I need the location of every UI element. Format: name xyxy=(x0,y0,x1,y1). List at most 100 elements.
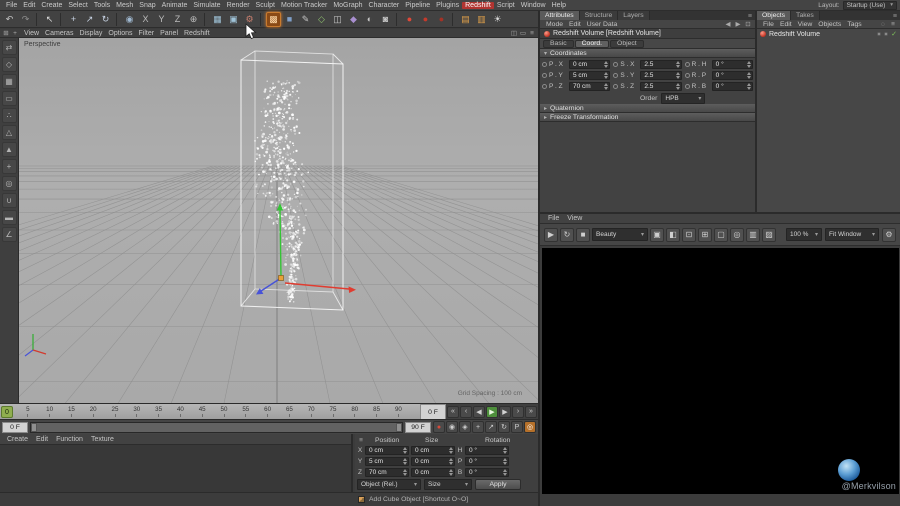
attributes-panel-menu-icon[interactable]: ≡ xyxy=(745,13,755,20)
live-selection-icon[interactable]: ↖ xyxy=(42,12,57,27)
rv-grid-icon[interactable]: ⊞ xyxy=(698,227,712,242)
objects-menu-file[interactable]: File xyxy=(760,21,777,28)
spinner-up-icon[interactable] xyxy=(746,72,751,75)
menu-item-create[interactable]: Create xyxy=(38,2,65,9)
enable-axis-icon[interactable]: + xyxy=(1,159,17,174)
menu-item-help[interactable]: Help xyxy=(549,2,569,9)
spinner-up-icon[interactable] xyxy=(675,61,680,64)
spinner-down-icon[interactable] xyxy=(675,65,680,68)
spinner[interactable] xyxy=(675,72,680,79)
range-grip-right[interactable] xyxy=(396,422,402,432)
spinner[interactable] xyxy=(503,446,507,454)
object-list-item[interactable]: Redshift Volume ✓ xyxy=(757,29,900,39)
redshift-proxy-icon[interactable]: ▤ xyxy=(458,12,473,27)
menu-item-sculpt[interactable]: Sculpt xyxy=(253,2,278,9)
key-scale-icon[interactable]: ↗ xyxy=(485,421,497,433)
size-field[interactable]: 0 cm xyxy=(411,467,455,477)
redshift-light-icon[interactable]: ☀ xyxy=(490,12,505,27)
render-canvas[interactable]: @Merkvilson xyxy=(542,248,899,494)
move-icon[interactable]: + xyxy=(66,12,81,27)
spinner-down-icon[interactable] xyxy=(403,461,407,465)
order-dropdown[interactable]: HPB ▾ xyxy=(661,93,706,104)
spinner-up-icon[interactable] xyxy=(503,468,507,472)
objects-menu-view[interactable]: View xyxy=(795,21,816,28)
viewport-menu-options[interactable]: Options xyxy=(105,30,135,37)
workplane-lock-icon[interactable]: ▬ xyxy=(1,210,17,225)
value-field[interactable]: 0 ° xyxy=(711,82,753,91)
objects-menu-tags[interactable]: Tags xyxy=(844,21,864,28)
spinner-up-icon[interactable] xyxy=(449,468,453,472)
objects-panel-menu-icon[interactable]: ≡ xyxy=(890,13,900,20)
attr-menu-edit[interactable]: Edit xyxy=(566,21,584,28)
spinner-down-icon[interactable] xyxy=(503,461,507,465)
size-field[interactable]: 0 cm xyxy=(411,456,455,466)
viewport-label[interactable]: Perspective xyxy=(24,41,61,48)
rotation-field[interactable]: 0 ° xyxy=(465,467,509,477)
tab-layers[interactable]: Layers xyxy=(618,11,650,20)
range-grip-left[interactable] xyxy=(31,422,37,432)
edges-mode-icon[interactable]: △ xyxy=(1,125,17,140)
renderview-menu-view[interactable]: View xyxy=(563,215,586,222)
objects-menu-objects[interactable]: Objects xyxy=(815,21,844,28)
material-menu-create[interactable]: Create xyxy=(3,436,32,443)
rv-abort-icon[interactable]: ■ xyxy=(576,227,590,242)
lock-x-axis-icon[interactable]: X xyxy=(138,12,153,27)
spinner[interactable] xyxy=(675,83,680,90)
spinner[interactable] xyxy=(449,446,453,454)
attr-lock-icon[interactable]: ⊡ xyxy=(744,20,752,28)
viewport-grid-icon[interactable]: ⊞ xyxy=(2,29,10,37)
tab-attributes[interactable]: Attributes xyxy=(540,11,580,20)
environment-icon[interactable]: ◐ xyxy=(362,12,377,27)
spinner-up-icon[interactable] xyxy=(675,83,680,86)
rv-swatch-icon[interactable]: ▥ xyxy=(746,227,760,242)
viewport-menu-icon[interactable]: ≡ xyxy=(528,29,536,37)
attr-menu-user-data[interactable]: User Data xyxy=(584,21,621,28)
spinner-down-icon[interactable] xyxy=(746,76,751,79)
value-field[interactable]: 2.5 xyxy=(640,71,682,80)
value-field[interactable]: 0 ° xyxy=(711,71,753,80)
gear-icon[interactable]: ⚙ xyxy=(882,227,896,242)
object-title-row[interactable]: Redshift Volume [Redshift Volume] xyxy=(540,29,755,39)
deformer-icon[interactable]: ◆ xyxy=(346,12,361,27)
value-field[interactable]: 0 cm xyxy=(569,60,611,69)
rv-ipr-icon[interactable]: ↻ xyxy=(560,227,574,242)
range-track[interactable] xyxy=(31,422,402,432)
spinner[interactable] xyxy=(403,446,407,454)
spinner-down-icon[interactable] xyxy=(604,76,609,79)
rv-lock-icon[interactable]: ⊡ xyxy=(682,227,696,242)
coords-menu-icon[interactable]: ≡ xyxy=(357,436,365,444)
zoom-dropdown[interactable]: 100 % ▾ xyxy=(786,228,822,241)
tab-structure[interactable]: Structure xyxy=(579,11,619,20)
spinner-down-icon[interactable] xyxy=(503,450,507,454)
spinner-up-icon[interactable] xyxy=(503,457,507,461)
value-field[interactable]: 0 ° xyxy=(711,60,753,69)
key-parameter-icon[interactable]: P xyxy=(511,421,523,433)
spinner-up-icon[interactable] xyxy=(403,457,407,461)
rv-region-icon[interactable]: ▢ xyxy=(714,227,728,242)
layout-select[interactable]: Startup (Use) ▾ xyxy=(842,0,897,10)
menu-item-window[interactable]: Window xyxy=(518,2,549,9)
spinner-up-icon[interactable] xyxy=(746,83,751,86)
spinner[interactable] xyxy=(604,83,609,90)
symmetry-icon[interactable]: ◫ xyxy=(330,12,345,27)
spinner-down-icon[interactable] xyxy=(449,461,453,465)
value-field[interactable]: 5 cm xyxy=(569,71,611,80)
spinner-down-icon[interactable] xyxy=(746,65,751,68)
tab-objects[interactable]: Objects xyxy=(757,11,792,20)
redo-icon[interactable]: ↷ xyxy=(18,12,33,27)
rotation-field[interactable]: 0 ° xyxy=(465,445,509,455)
spinner-up-icon[interactable] xyxy=(604,72,609,75)
spinner-down-icon[interactable] xyxy=(675,76,680,79)
redshift-volume-icon[interactable]: ▥ xyxy=(474,12,489,27)
spinner-down-icon[interactable] xyxy=(403,472,407,476)
position-field[interactable]: 70 cm xyxy=(365,467,409,477)
spinner-up-icon[interactable] xyxy=(503,446,507,450)
rv-compare-icon[interactable]: ◧ xyxy=(666,227,680,242)
menu-item-select[interactable]: Select xyxy=(65,2,90,9)
spinner-down-icon[interactable] xyxy=(604,87,609,90)
spinner-up-icon[interactable] xyxy=(449,457,453,461)
rotation-field[interactable]: 0 ° xyxy=(465,456,509,466)
viewport-menu-filter[interactable]: Filter xyxy=(136,30,158,37)
viewport-menu-display[interactable]: Display xyxy=(76,30,105,37)
menu-item-snap[interactable]: Snap xyxy=(136,2,158,9)
